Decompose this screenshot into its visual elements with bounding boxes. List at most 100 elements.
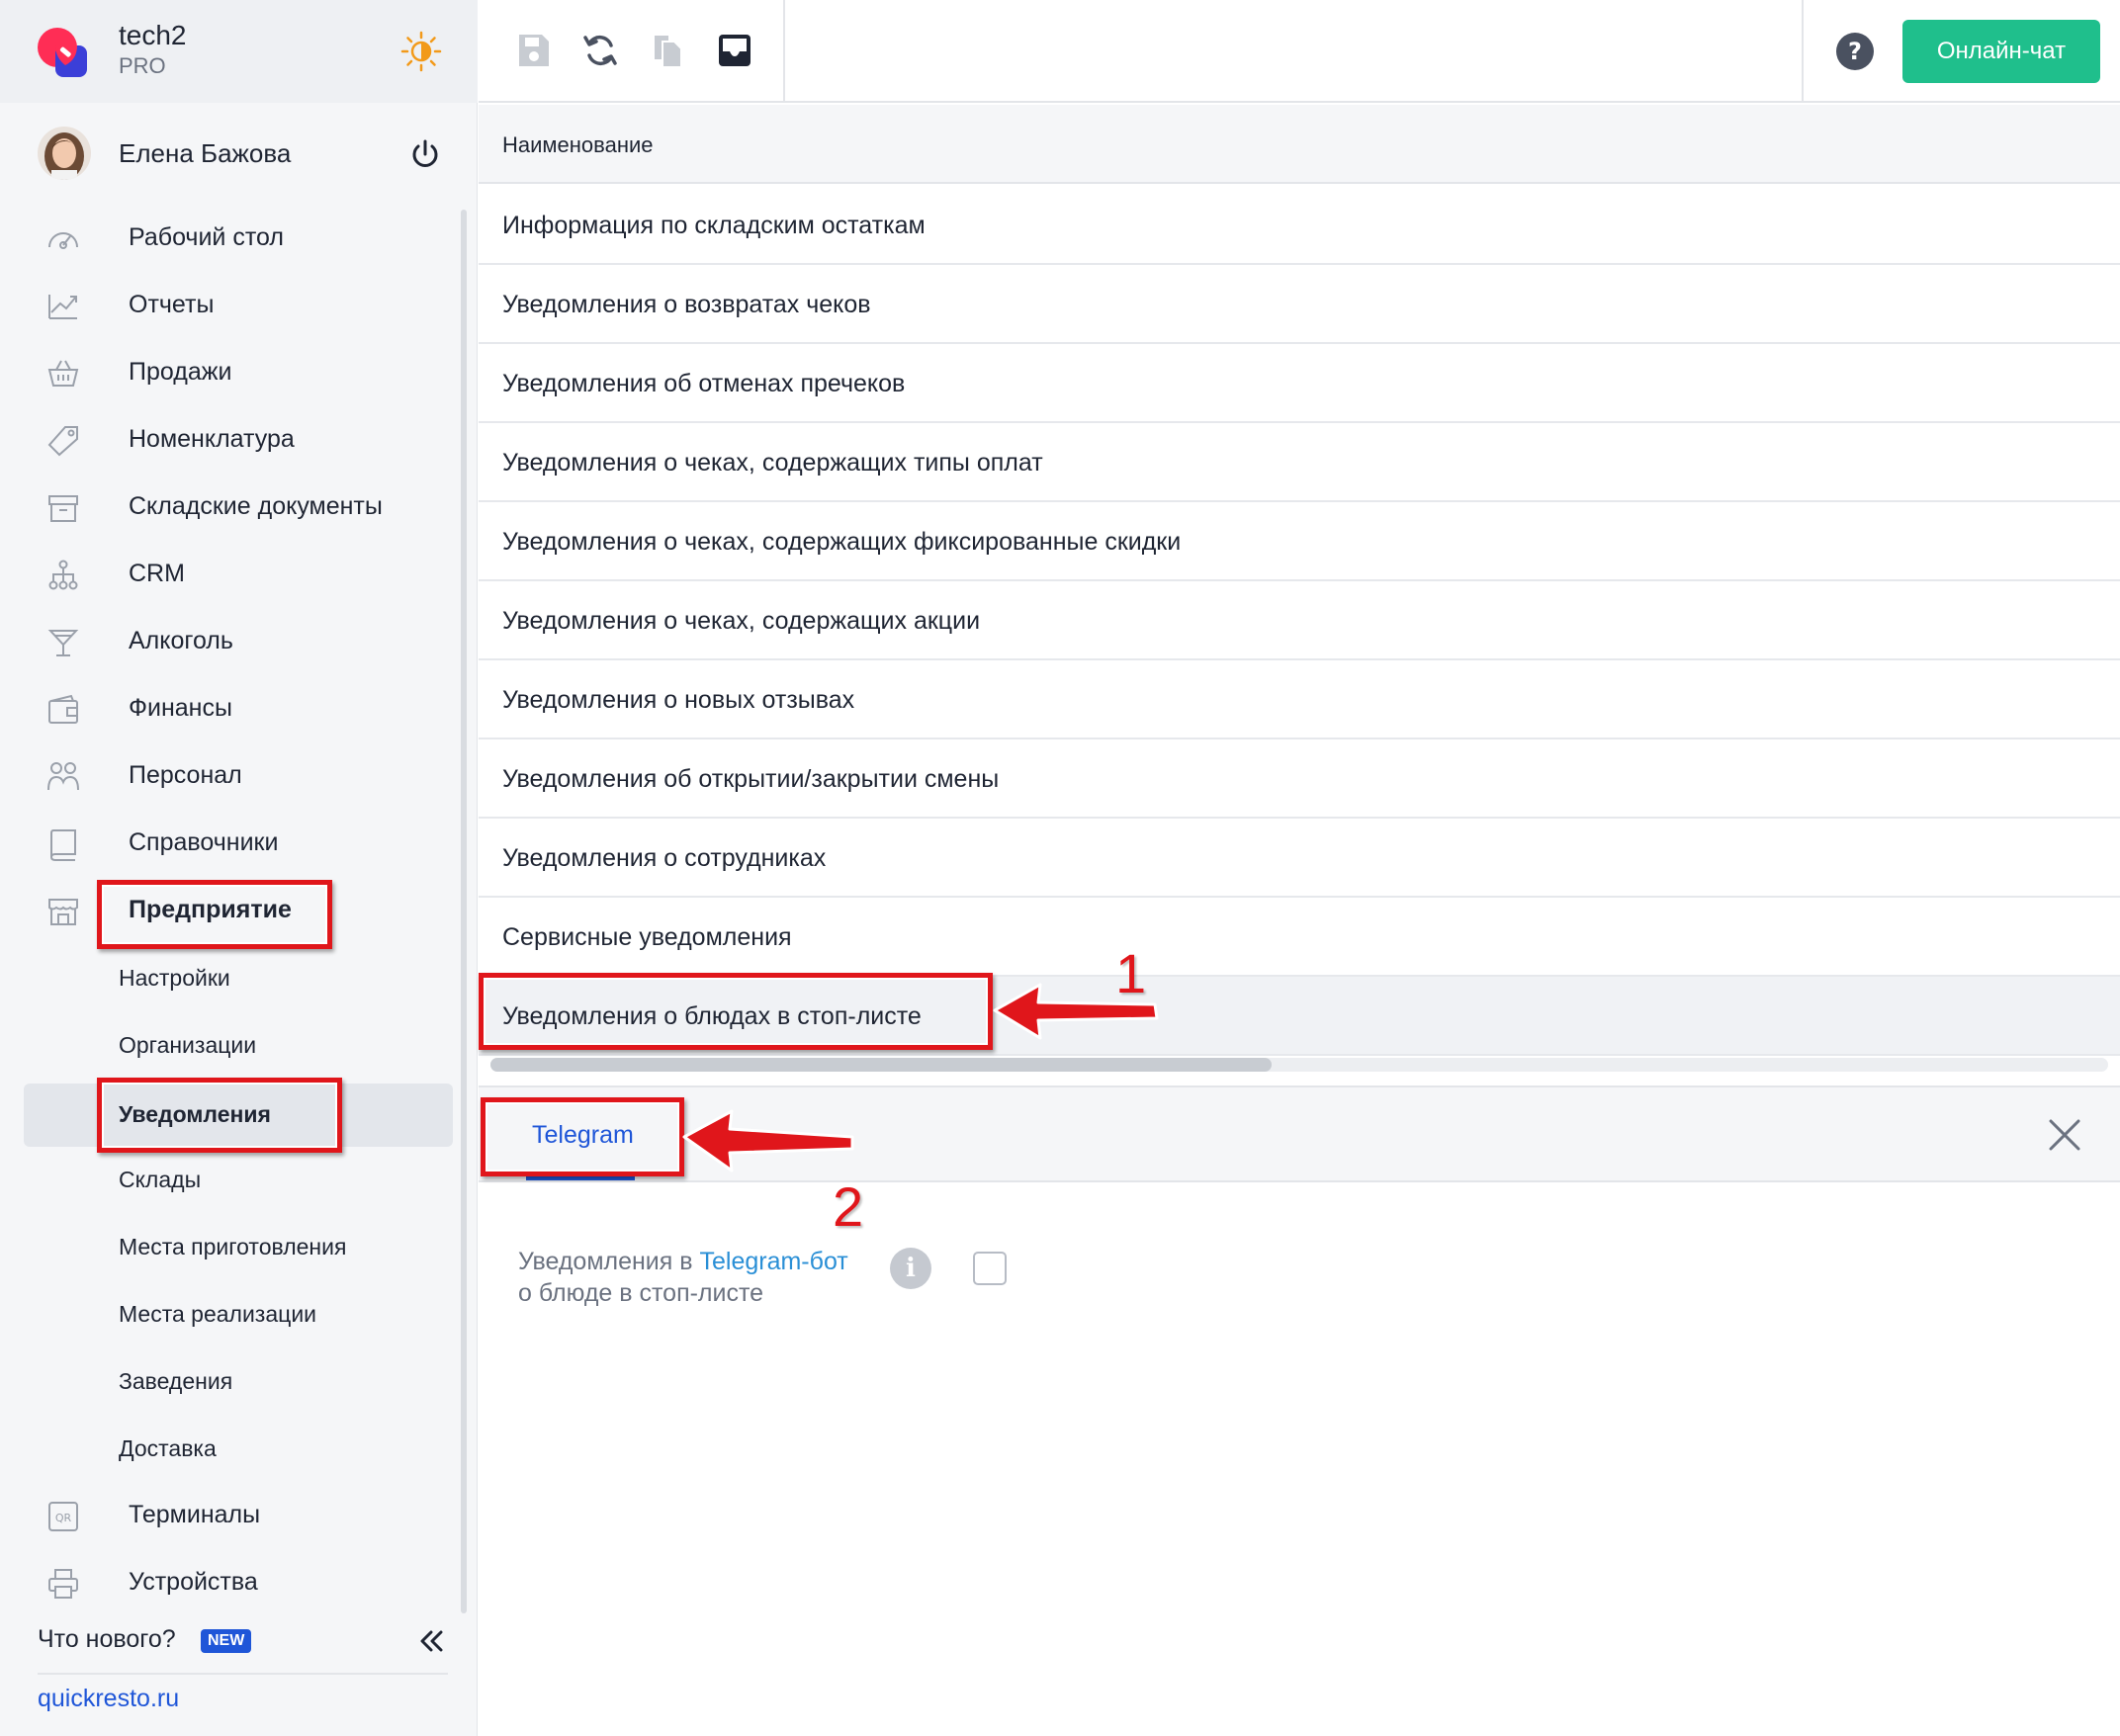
online-chat-button[interactable]: Онлайн-чат	[1902, 20, 2100, 83]
setting-label-prefix: Уведомления в	[518, 1248, 700, 1275]
row-label: Уведомления об отменах пречеков	[502, 370, 906, 397]
subnav-item-settings[interactable]: Настройки	[0, 947, 465, 1006]
nav-label: Продажи	[129, 358, 232, 386]
nav-label: CRM	[129, 560, 185, 587]
chart-icon	[48, 295, 77, 319]
table-row[interactable]: Уведомления о сотрудниках	[479, 819, 2120, 898]
sidebar: tech2 PRO Елена Бажова Рабочий стол Отче…	[0, 0, 478, 1736]
row-label: Уведомления о сотрудниках	[502, 844, 827, 872]
table-row[interactable]: Информация по складским остаткам	[479, 186, 2120, 265]
new-badge: NEW	[201, 1629, 252, 1653]
people-icon	[47, 762, 79, 791]
sidebar-scrollbar[interactable]	[461, 210, 467, 1613]
nav-item-finance[interactable]: Финансы	[0, 678, 465, 738]
info-icon[interactable]: i	[890, 1248, 931, 1289]
nav-item-references[interactable]: Справочники	[0, 813, 465, 872]
nav-item-nomenclature[interactable]: Номенклатура	[0, 409, 465, 469]
nav-label: Алкоголь	[129, 627, 233, 654]
book-icon	[49, 829, 76, 861]
row-label: Информация по складским остаткам	[502, 212, 926, 239]
toolbar-divider	[1802, 0, 1804, 103]
nav-item-terminals[interactable]: QR Терминалы	[0, 1485, 465, 1544]
help-icon[interactable]: ?	[1835, 32, 1875, 71]
nav-label: Справочники	[129, 828, 279, 856]
subnav-label: Заведения	[119, 1368, 233, 1394]
subnav-item-delivery[interactable]: Доставка	[0, 1418, 465, 1477]
store-icon	[48, 899, 78, 925]
site-link[interactable]: quickresto.ru	[38, 1685, 179, 1713]
nav-item-staff[interactable]: Персонал	[0, 745, 465, 805]
close-icon[interactable]	[2045, 1115, 2084, 1155]
nav-label: Номенклатура	[129, 425, 295, 453]
user-panel: Елена Бажова	[0, 123, 478, 186]
dashboard-icon	[48, 232, 78, 249]
whats-new[interactable]: Что нового? NEW	[38, 1621, 453, 1665]
save-icon[interactable]	[512, 30, 554, 71]
table-horizontal-scrollbar[interactable]	[490, 1058, 2108, 1072]
svg-text:QR: QR	[55, 1512, 72, 1524]
row-label: Уведомления о возвратах чеков	[502, 291, 871, 318]
table-row[interactable]: Уведомления о чеках, содержащих фиксиров…	[479, 502, 2120, 581]
nav-label: Устройства	[129, 1568, 258, 1596]
table-row[interactable]: Уведомления о новых отзывах	[479, 660, 2120, 739]
table-row[interactable]: Уведомления о возвратах чеков	[479, 265, 2120, 344]
subnav-item-sale-places[interactable]: Места реализации	[0, 1283, 465, 1343]
subnav-label: Места реализации	[119, 1301, 317, 1327]
nav-item-crm[interactable]: CRM	[0, 544, 465, 603]
stoplist-telegram-checkbox[interactable]	[973, 1252, 1007, 1285]
active-tab-indicator	[526, 1176, 635, 1180]
avatar[interactable]	[38, 127, 91, 180]
nav-label: Финансы	[129, 694, 232, 722]
nav-item-warehouse-docs[interactable]: Складские документы	[0, 477, 465, 536]
row-label: Уведомления об открытии/закрытии смены	[502, 765, 1000, 793]
svg-text:?: ?	[1848, 38, 1862, 65]
row-label: Уведомления о новых отзывах	[502, 686, 855, 714]
theme-toggle-icon[interactable]	[399, 30, 443, 73]
basket-icon	[47, 360, 79, 387]
refresh-icon[interactable]	[579, 30, 621, 71]
nav-item-devices[interactable]: Устройства	[0, 1552, 465, 1611]
nav-label: Отчеты	[129, 291, 215, 318]
nav-item-dashboard[interactable]: Рабочий стол	[0, 208, 465, 267]
wallet-icon	[48, 694, 78, 724]
divider	[38, 1673, 448, 1675]
highlight-notifications	[97, 1078, 342, 1153]
subnav-label: Склады	[119, 1167, 202, 1192]
printer-icon	[48, 1569, 78, 1599]
subnav-item-venues[interactable]: Заведения	[0, 1350, 465, 1410]
table-row[interactable]: Уведомления о чеках, содержащих типы опл…	[479, 423, 2120, 502]
table-row[interactable]: Сервисные уведомления	[479, 898, 2120, 977]
inbox-icon[interactable]	[714, 30, 755, 71]
archive-icon	[48, 495, 78, 522]
setting-label: Уведомления в Telegram-бот	[518, 1248, 848, 1276]
setting-label-line2: о блюде в стоп-листе	[518, 1279, 764, 1307]
logout-icon[interactable]	[407, 136, 443, 172]
row-label: Уведомления о чеках, содержащих акции	[502, 607, 981, 635]
subnav-item-warehouses[interactable]: Склады	[0, 1149, 465, 1208]
nav-label: Рабочий стол	[129, 223, 284, 251]
hierarchy-icon	[48, 560, 78, 590]
table-row[interactable]: Уведомления об отменах пречеков	[479, 344, 2120, 423]
column-header-name[interactable]: Наименование	[502, 132, 654, 158]
highlight-stoplist-row	[479, 973, 993, 1050]
nav-label: Складские документы	[129, 492, 383, 520]
detail-tabs: Telegram	[479, 1085, 2120, 1182]
table-row[interactable]: Уведомления об открытии/закрытии смены	[479, 739, 2120, 819]
table-row[interactable]: Уведомления о чеках, содержащих акции	[479, 581, 2120, 660]
nav-item-alcohol[interactable]: Алкоголь	[0, 611, 465, 670]
scrollbar-thumb[interactable]	[490, 1058, 1272, 1072]
collapse-sidebar-icon[interactable]	[413, 1623, 449, 1659]
cocktail-icon	[47, 630, 79, 656]
telegram-bot-link[interactable]: Telegram-бот	[699, 1248, 847, 1275]
subnav-item-organizations[interactable]: Организации	[0, 1014, 465, 1074]
subnav-item-cooking-places[interactable]: Места приготовления	[0, 1216, 465, 1275]
nav-item-reports[interactable]: Отчеты	[0, 275, 465, 334]
row-label: Уведомления о чеках, содержащих типы опл…	[502, 449, 1043, 477]
subnav-label: Места приготовления	[119, 1234, 347, 1259]
toolbar-divider	[783, 0, 785, 103]
highlight-enterprise	[97, 880, 332, 949]
subnav-label: Настройки	[119, 965, 230, 991]
nav-item-sales[interactable]: Продажи	[0, 342, 465, 401]
copy-icon[interactable]	[647, 30, 688, 71]
nav-label: Терминалы	[129, 1501, 261, 1528]
